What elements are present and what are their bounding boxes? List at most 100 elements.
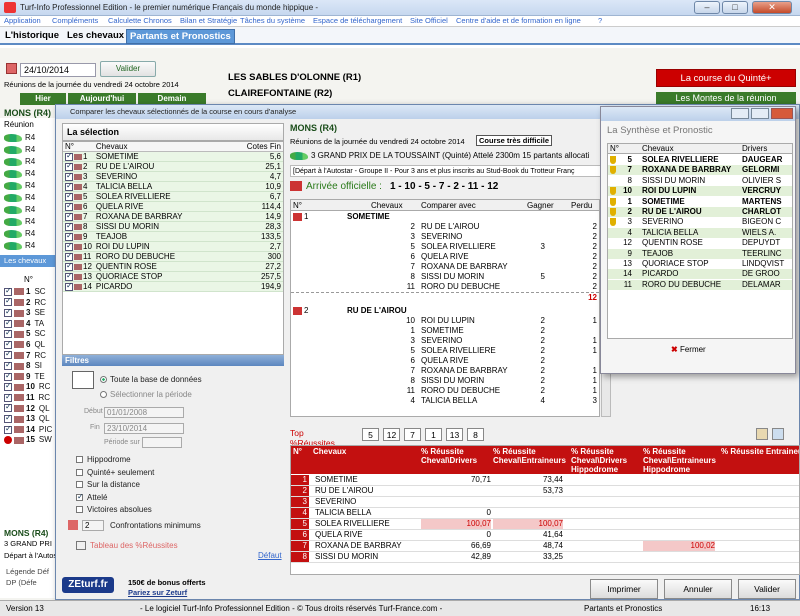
menu-telechargement[interactable]: Espace de téléchargement bbox=[313, 16, 402, 25]
horse-checkbox[interactable] bbox=[4, 339, 12, 349]
compare-row[interactable]: 1 SOMETIME 2 bbox=[291, 326, 599, 336]
reussite-row[interactable]: 2 RU DE L'AIROU 53,73 bbox=[291, 486, 799, 497]
selection-checkbox[interactable] bbox=[65, 271, 73, 281]
top-num-box[interactable]: 12 bbox=[383, 428, 400, 441]
horse-checkbox[interactable] bbox=[4, 296, 12, 307]
horse-row[interactable]: 10RC bbox=[4, 381, 50, 392]
horse-checkbox[interactable] bbox=[4, 286, 12, 296]
imprimer-button[interactable]: Imprimer bbox=[590, 579, 658, 599]
selection-checkbox[interactable] bbox=[65, 201, 73, 211]
tab-partants[interactable]: Partants et Pronostics bbox=[126, 29, 235, 44]
syn-col-num[interactable]: N° bbox=[610, 144, 619, 154]
col-cotes[interactable]: Cotes Fin bbox=[237, 142, 283, 152]
syn-col-chevaux[interactable]: Chevaux bbox=[642, 144, 674, 154]
reussite-row[interactable]: 5 SOLEA RIVELLIERE 100,07 100,07 bbox=[291, 519, 799, 530]
filter-check-row[interactable]: Hippodrome bbox=[76, 455, 131, 464]
selection-row[interactable]: 6 QUELA RIVE114,4 bbox=[63, 201, 283, 212]
r-col-entr-drivers[interactable]: % Réussite Entraineurs\Dri bbox=[721, 447, 799, 456]
reunion-row[interactable]: R4 bbox=[4, 132, 35, 144]
horse-row[interactable]: 14PIC bbox=[4, 424, 52, 435]
compare-row[interactable]: 6 QUELA RIVE 2 bbox=[291, 356, 599, 366]
reussite-row[interactable]: 3 SEVERINO bbox=[291, 497, 799, 508]
synthese-row[interactable]: 5 SOLEA RIVELLIERE DAUGEAR bbox=[608, 155, 792, 165]
synthese-row[interactable]: 14 PICARDO DE GROO bbox=[608, 269, 792, 280]
reunion-row[interactable]: R4 bbox=[4, 156, 35, 168]
compare-row[interactable]: 3 SEVERINO 2 1 bbox=[291, 336, 599, 346]
syn-col-drivers[interactable]: Drivers bbox=[742, 144, 767, 154]
selection-row[interactable]: 11RORO DU DEBUCHE300 bbox=[63, 251, 283, 262]
filter-checkbox[interactable] bbox=[76, 481, 83, 489]
compare-row[interactable]: 5 SOLEA RIVELLIERE 3 2 bbox=[291, 242, 599, 252]
synthese-row[interactable]: 4 TALICIA BELLA WIELS A. bbox=[608, 227, 792, 238]
radio-base[interactable] bbox=[100, 376, 107, 384]
selection-row[interactable]: 12QUENTIN ROSE27,2 bbox=[63, 261, 283, 272]
selection-checkbox[interactable] bbox=[65, 261, 73, 271]
valider-button[interactable]: Valider bbox=[738, 579, 796, 599]
filter-check-row[interactable]: Quinté+ seulement bbox=[76, 468, 154, 477]
synthese-row[interactable]: 10 ROI DU LUPIN VERCRUY bbox=[608, 186, 792, 197]
compare-row[interactable]: 5 SOLEA RIVELLIERE 2 1 bbox=[291, 346, 599, 356]
menu-site[interactable]: Site Officiel bbox=[410, 16, 448, 25]
selection-checkbox[interactable] bbox=[65, 251, 73, 261]
selection-checkbox[interactable] bbox=[65, 191, 73, 201]
r-col-entraineurs[interactable]: % Réussite Cheval\Entraineurs bbox=[493, 447, 566, 465]
selection-row[interactable]: 13QUORIACE STOP257,5 bbox=[63, 271, 283, 282]
top-num-box[interactable]: 7 bbox=[404, 428, 421, 441]
filter-check-row[interactable]: Sur la distance bbox=[76, 480, 140, 489]
selection-checkbox[interactable] bbox=[65, 171, 73, 181]
reussite-row[interactable]: 8 SISSI DU MORIN 42,89 33,25 bbox=[291, 552, 799, 563]
r-col-drivers[interactable]: % Réussite Cheval\Drivers bbox=[421, 447, 491, 465]
cmp-col-num[interactable]: N° bbox=[293, 201, 302, 210]
zeturf-logo[interactable]: ZEturf.fr bbox=[62, 577, 114, 593]
cmp-col-comparer[interactable]: Comparer avec bbox=[421, 201, 476, 210]
synthese-row[interactable]: 3 SEVERINO BIGEON C bbox=[608, 217, 792, 227]
close-button[interactable]: ✕ bbox=[752, 1, 792, 14]
tab-chevaux[interactable]: Les chevaux bbox=[64, 29, 127, 44]
minimize-button[interactable]: – bbox=[694, 1, 720, 14]
maximize-button[interactable]: □ bbox=[722, 1, 748, 14]
menu-help[interactable]: ? bbox=[598, 16, 602, 25]
annuler-button[interactable]: Annuler bbox=[664, 579, 732, 599]
synthese-close[interactable] bbox=[771, 108, 793, 119]
cmp-col-gagner[interactable]: Gagner bbox=[527, 201, 554, 210]
selection-checkbox[interactable] bbox=[65, 161, 73, 171]
menu-aide[interactable]: Centre d'aide et de formation en ligne bbox=[456, 16, 581, 25]
compare-row[interactable]: 6 QUELA RIVE 2 bbox=[291, 252, 599, 262]
filter-check-row[interactable]: Victoires absolues bbox=[76, 505, 152, 514]
r-col-chevaux[interactable]: Chevaux bbox=[313, 447, 346, 456]
reussite-row[interactable]: 4 TALICIA BELLA 0 bbox=[291, 508, 799, 519]
filter-checkbox[interactable] bbox=[76, 456, 83, 464]
synthese-row[interactable]: 13 QUORIACE STOP LINDQVIST bbox=[608, 259, 792, 269]
horse-row[interactable]: 8SI bbox=[4, 360, 42, 371]
r-col-drivers-hippo[interactable]: % Réussite Cheval\Drivers Hippodrome bbox=[571, 447, 635, 474]
horse-checkbox[interactable] bbox=[4, 424, 12, 434]
reunion-row[interactable]: R4 bbox=[4, 204, 35, 216]
filter-checkbox[interactable] bbox=[76, 492, 84, 501]
horse-row[interactable]: 3SE bbox=[4, 307, 45, 318]
compare-row[interactable]: 7 ROXANA DE BARBRAY 2 bbox=[291, 262, 599, 272]
filter-tool-icon[interactable] bbox=[72, 371, 94, 389]
synthese-minimize[interactable] bbox=[731, 108, 749, 119]
selection-checkbox[interactable] bbox=[65, 151, 73, 161]
filter-checkbox[interactable] bbox=[76, 468, 83, 476]
selection-checkbox[interactable] bbox=[65, 241, 73, 251]
date-field[interactable]: 24/10/2014 bbox=[20, 63, 96, 77]
reunion-row[interactable]: R4 bbox=[4, 144, 35, 156]
selection-checkbox[interactable] bbox=[65, 211, 73, 221]
synthese-row[interactable]: 9 TEAJOB TEERLINC bbox=[608, 248, 792, 259]
top-num-box[interactable]: 5 bbox=[362, 428, 379, 441]
selection-row[interactable]: 3 SEVERINO4,7 bbox=[63, 171, 283, 182]
periode-select[interactable] bbox=[142, 437, 182, 448]
montes-banner[interactable]: Les Montes de la réunion bbox=[656, 92, 796, 104]
reussite-row[interactable]: 6 QUELA RIVE 0 41,64 bbox=[291, 530, 799, 541]
selection-row[interactable]: 5 SOLEA RIVELLIERE6,7 bbox=[63, 191, 283, 202]
menu-bilan[interactable]: Bilan et Stratégie bbox=[180, 16, 237, 25]
fin-field[interactable]: 23/10/2014 bbox=[104, 423, 184, 434]
compare-row[interactable]: 8 SISSI DU MORIN 5 2 bbox=[291, 272, 599, 282]
fermer-button[interactable]: ✖ Fermer bbox=[671, 345, 706, 354]
reunion-row[interactable]: R4 bbox=[4, 228, 35, 240]
calendar-icon[interactable] bbox=[6, 63, 17, 74]
menu-taches[interactable]: Tâches du système bbox=[240, 16, 305, 25]
compare-group-row[interactable]: 1 SOMETIME bbox=[291, 212, 599, 222]
synthese-row[interactable]: 12 QUENTIN ROSE DEPUYDT bbox=[608, 238, 792, 248]
